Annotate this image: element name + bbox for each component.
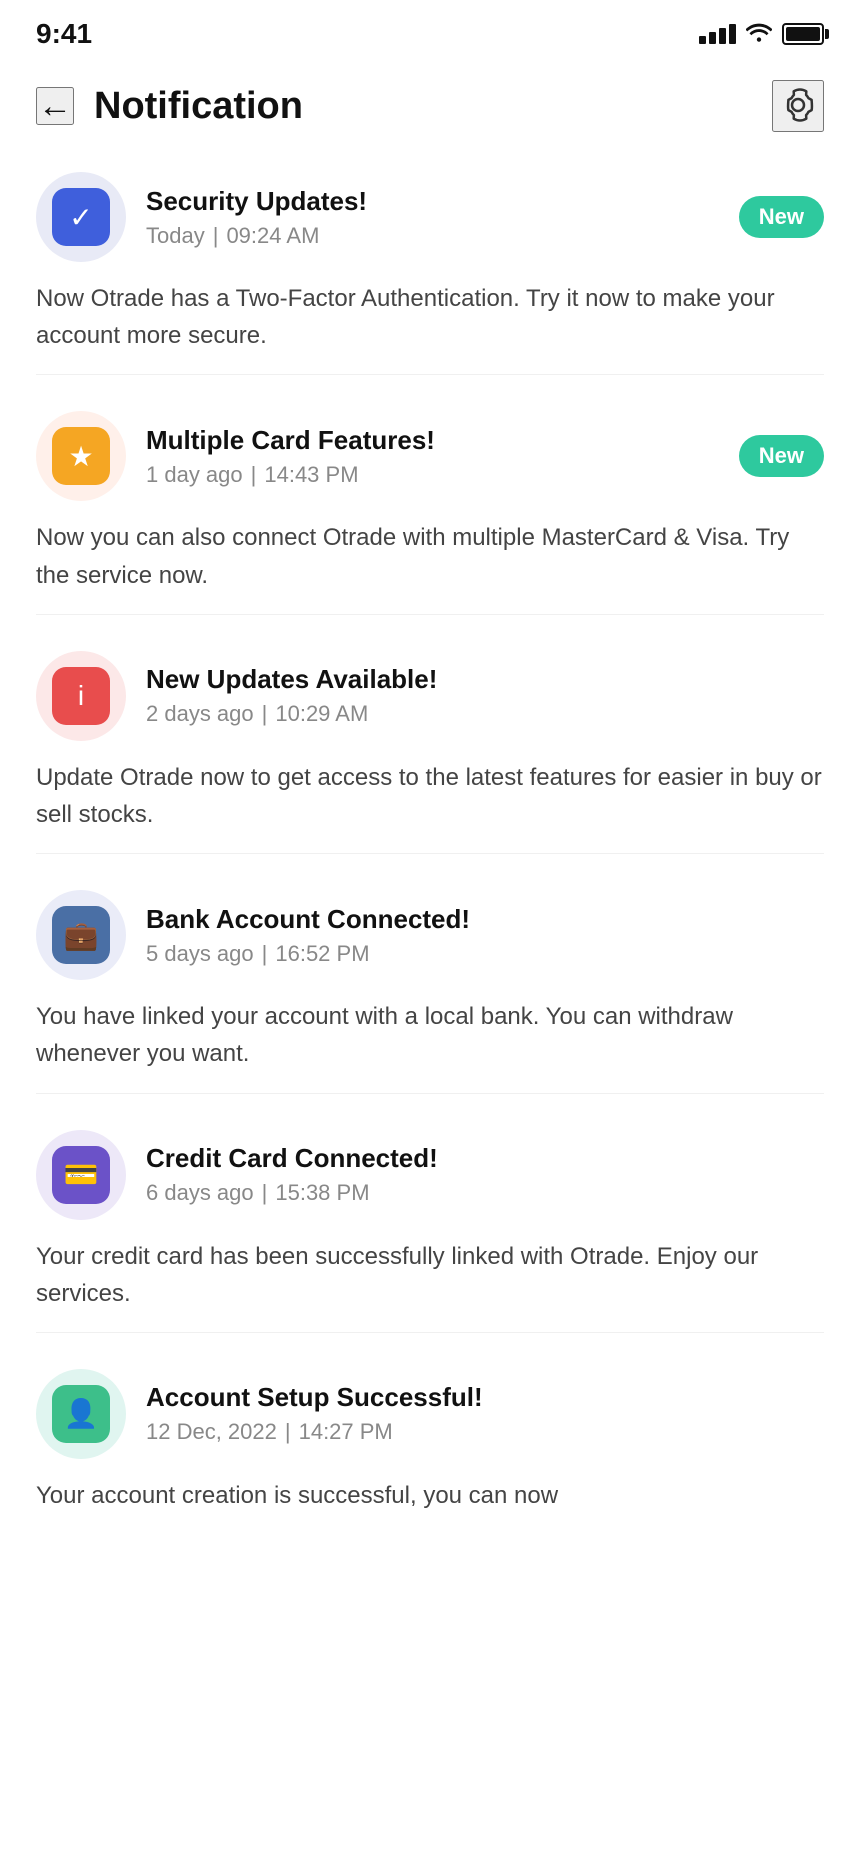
notification-header-bank-account-connected: 💼 Bank Account Connected! 5 days ago|16:52… <box>36 890 824 980</box>
status-bar: 9:41 <box>0 0 860 60</box>
notification-icon-wrap-security-updates: ✓ <box>36 172 126 262</box>
new-badge-security-updates: New <box>739 196 824 238</box>
notification-time-account-setup-successful: 12 Dec, 2022|14:27 PM <box>146 1419 824 1445</box>
notification-item-credit-card-connected: 💳 Credit Card Connected! 6 days ago|15:38 … <box>36 1130 824 1333</box>
notification-item-multiple-card-features: ★ Multiple Card Features! 1 day ago|14:43 … <box>36 411 824 614</box>
notification-body-multiple-card-features: Now you can also connect Otrade with mul… <box>36 519 824 593</box>
notification-title-new-updates-available: New Updates Available! <box>146 664 824 695</box>
notification-item-new-updates-available: i New Updates Available! 2 days ago|10:29 … <box>36 651 824 854</box>
divider <box>36 1332 824 1333</box>
notification-icon-wrap-bank-account-connected: 💼 <box>36 890 126 980</box>
battery-icon <box>782 23 824 45</box>
notification-title-account-setup-successful: Account Setup Successful! <box>146 1382 824 1413</box>
divider <box>36 1093 824 1094</box>
notification-title-credit-card-connected: Credit Card Connected! <box>146 1143 824 1174</box>
notification-icon-multiple-card-features: ★ <box>52 427 110 485</box>
notification-icon-account-setup-successful: 👤 <box>52 1385 110 1443</box>
notification-icon-wrap-new-updates-available: i <box>36 651 126 741</box>
divider <box>36 374 824 375</box>
signal-bars-icon <box>699 24 736 44</box>
settings-button[interactable] <box>772 80 824 132</box>
notification-body-account-setup-successful: Your account creation is successful, you… <box>36 1477 824 1514</box>
notification-time-credit-card-connected: 6 days ago|15:38 PM <box>146 1180 824 1206</box>
notification-icon-new-updates-available: i <box>52 667 110 725</box>
gear-icon <box>776 83 820 130</box>
notification-icon-wrap-credit-card-connected: 💳 <box>36 1130 126 1220</box>
wifi-icon <box>746 21 772 48</box>
status-icons <box>699 21 824 48</box>
notification-item-security-updates: ✓ Security Updates! Today|09:24 AM New Now O… <box>36 172 824 375</box>
notification-header-new-updates-available: i New Updates Available! 2 days ago|10:29 … <box>36 651 824 741</box>
notification-item-account-setup-successful: 👤 Account Setup Successful! 12 Dec, 2022|1… <box>36 1369 824 1514</box>
notification-time-bank-account-connected: 5 days ago|16:52 PM <box>146 941 824 967</box>
notification-icon-wrap-account-setup-successful: 👤 <box>36 1369 126 1459</box>
notification-time-new-updates-available: 2 days ago|10:29 AM <box>146 701 824 727</box>
notification-body-credit-card-connected: Your credit card has been successfully l… <box>36 1238 824 1312</box>
status-time: 9:41 <box>36 18 92 50</box>
back-button[interactable]: ← <box>36 87 74 125</box>
notification-item-bank-account-connected: 💼 Bank Account Connected! 5 days ago|16:52… <box>36 890 824 1093</box>
divider <box>36 853 824 854</box>
notification-icon-wrap-multiple-card-features: ★ <box>36 411 126 501</box>
notification-body-new-updates-available: Update Otrade now to get access to the l… <box>36 759 824 833</box>
notification-body-security-updates: Now Otrade has a Two-Factor Authenticati… <box>36 280 824 354</box>
notification-title-multiple-card-features: Multiple Card Features! <box>146 425 723 456</box>
notification-time-multiple-card-features: 1 day ago|14:43 PM <box>146 462 723 488</box>
notification-header-credit-card-connected: 💳 Credit Card Connected! 6 days ago|15:38 … <box>36 1130 824 1220</box>
page-title: Notification <box>94 85 303 128</box>
notification-title-security-updates: Security Updates! <box>146 186 723 217</box>
new-badge-multiple-card-features: New <box>739 435 824 477</box>
back-arrow-icon: ← <box>38 89 72 123</box>
header: ← Notification <box>0 60 860 162</box>
notification-header-account-setup-successful: 👤 Account Setup Successful! 12 Dec, 2022|1… <box>36 1369 824 1459</box>
notification-icon-credit-card-connected: 💳 <box>52 1146 110 1204</box>
notification-body-bank-account-connected: You have linked your account with a loca… <box>36 998 824 1072</box>
notification-title-bank-account-connected: Bank Account Connected! <box>146 904 824 935</box>
divider <box>36 614 824 615</box>
notifications-list: ✓ Security Updates! Today|09:24 AM New Now O… <box>0 162 860 1560</box>
notification-icon-security-updates: ✓ <box>52 188 110 246</box>
notification-header-multiple-card-features: ★ Multiple Card Features! 1 day ago|14:43 … <box>36 411 824 501</box>
notification-time-security-updates: Today|09:24 AM <box>146 223 723 249</box>
notification-header-security-updates: ✓ Security Updates! Today|09:24 AM New <box>36 172 824 262</box>
notification-icon-bank-account-connected: 💼 <box>52 906 110 964</box>
